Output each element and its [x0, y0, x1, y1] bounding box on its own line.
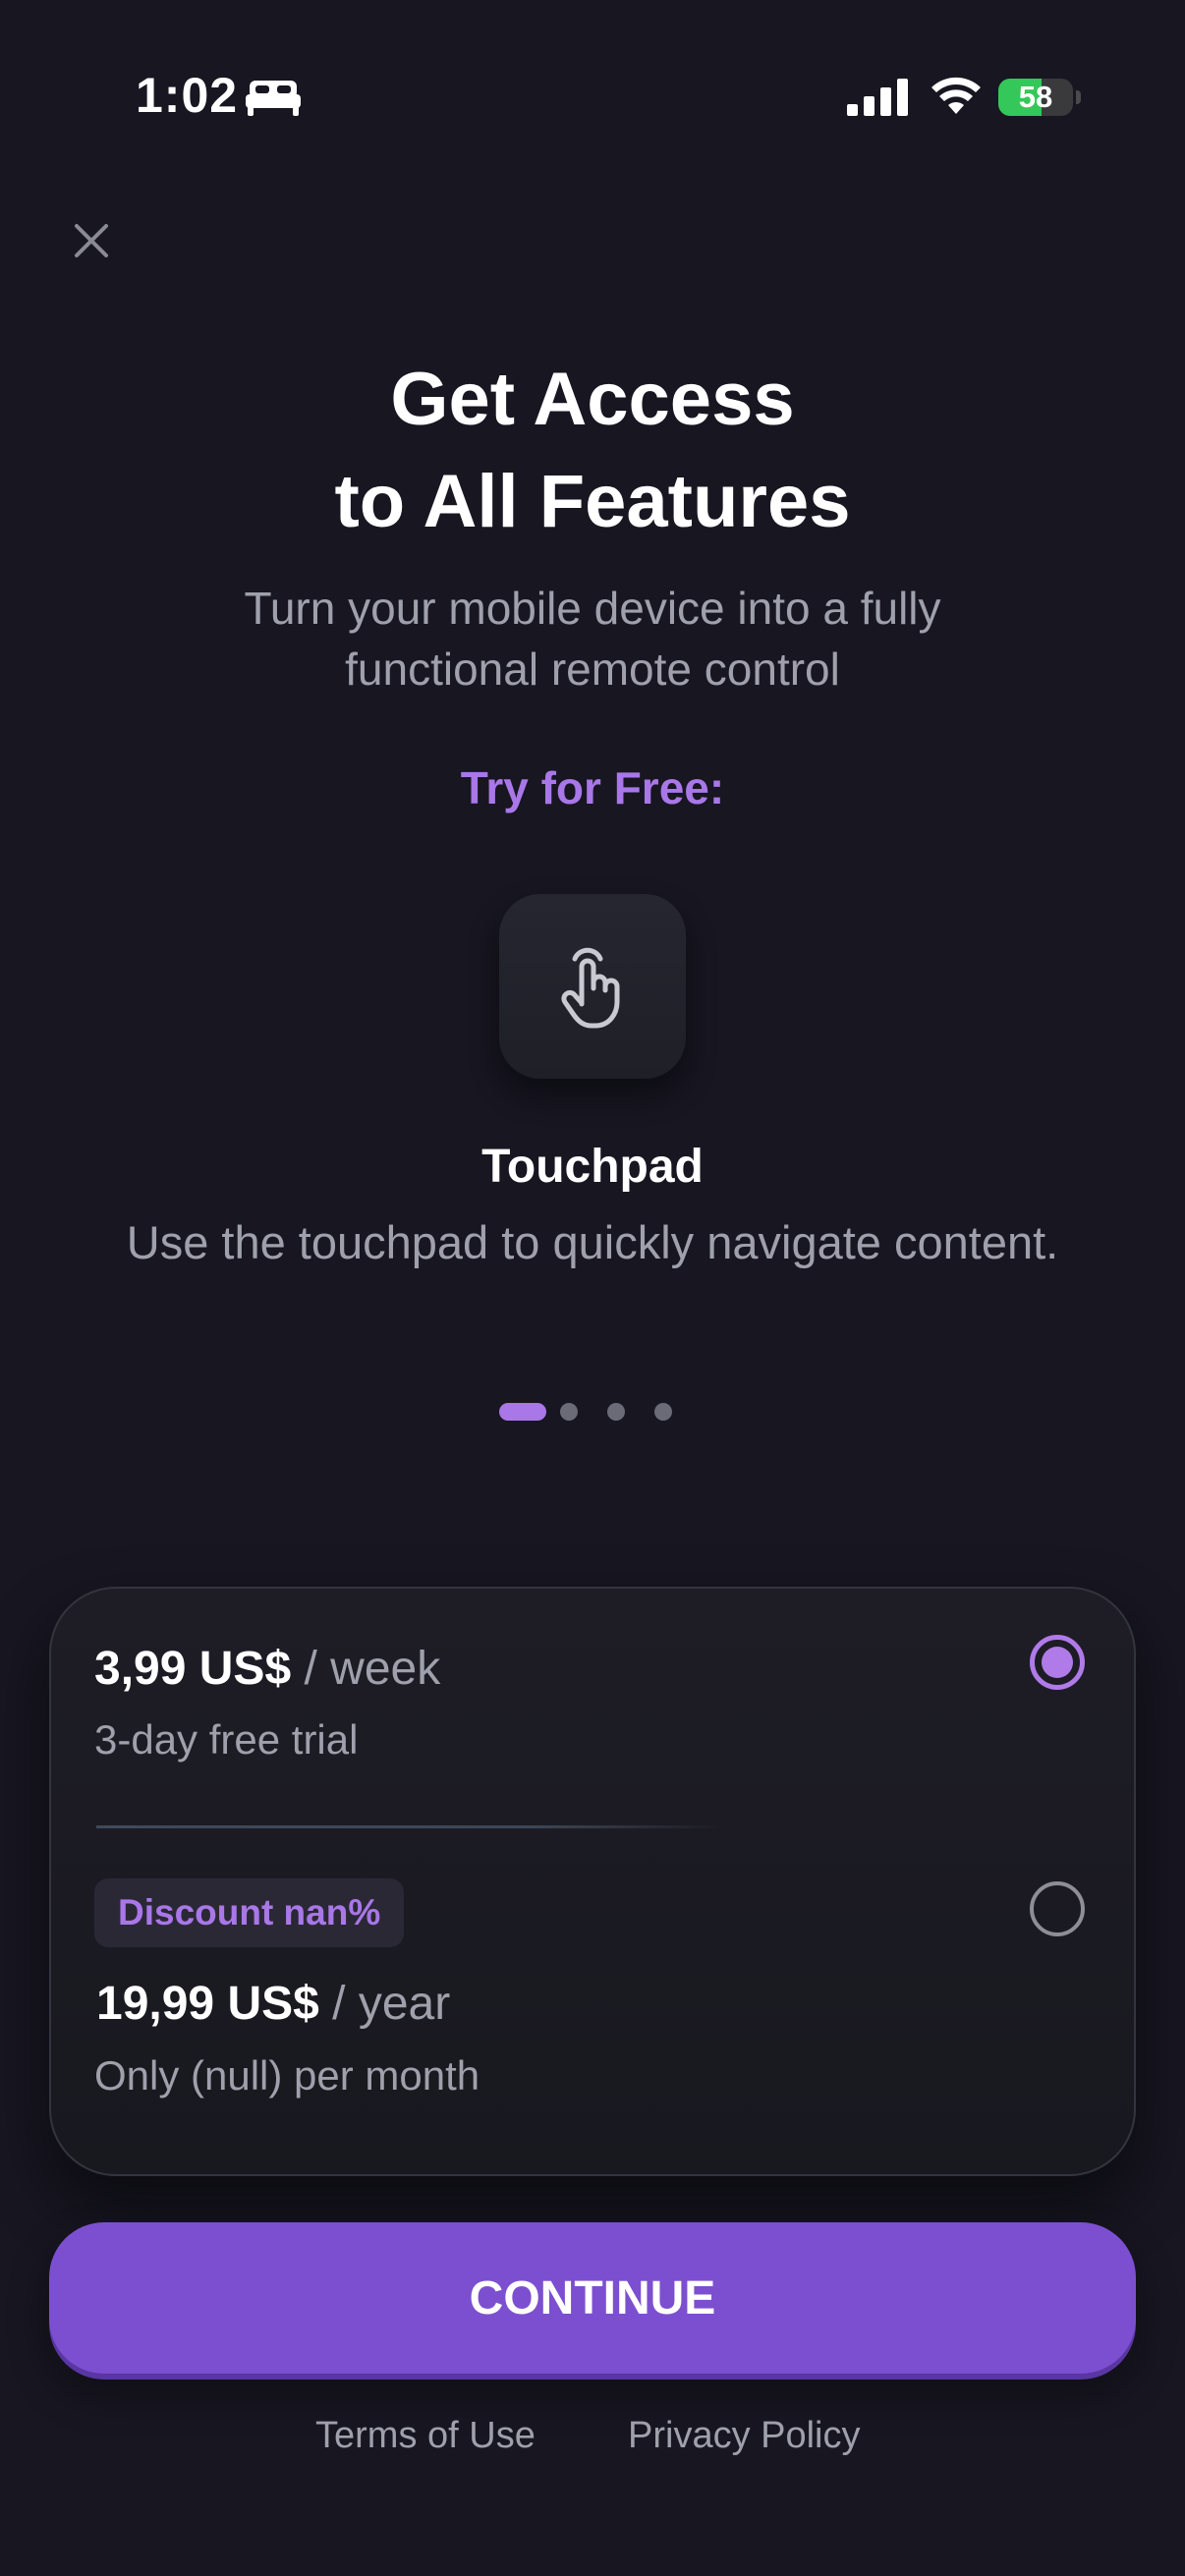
battery-charging-icon: 58 — [998, 79, 1081, 116]
pager-dot[interactable] — [654, 1403, 672, 1421]
feature-title: Touchpad — [481, 1141, 704, 1193]
weekly-trial-text: 3-day free trial — [94, 1716, 359, 1763]
yearly-price-amount: 19,99 US$ — [96, 1978, 319, 2030]
battery-percent: 58 — [1018, 80, 1053, 114]
yearly-radio[interactable] — [1030, 1881, 1085, 1936]
bed-icon — [246, 81, 301, 116]
feature-description: Use the touchpad to quickly navigate con… — [126, 1216, 1059, 1268]
yearly-period: / year — [332, 1978, 451, 2030]
plan-option-weekly[interactable]: 3,99 US$ / week 3-day free trial — [49, 1587, 1136, 1822]
close-icon[interactable] — [69, 218, 114, 263]
plan-divider — [96, 1825, 725, 1828]
weekly-radio-selected[interactable] — [1030, 1635, 1085, 1690]
wifi-icon — [931, 77, 981, 114]
title-line-1: Get Access — [390, 358, 795, 441]
weekly-price-amount: 3,99 US$ — [94, 1643, 292, 1695]
cellular-signal-icon — [847, 79, 908, 116]
pager-dot-active[interactable] — [499, 1403, 546, 1421]
pager-dot[interactable] — [560, 1403, 578, 1421]
yearly-price: 19,99 US$ / year — [96, 1977, 450, 2031]
weekly-period: / week — [304, 1643, 441, 1695]
title-line-2: to All Features — [334, 460, 851, 543]
touch-hand-icon — [561, 947, 620, 1029]
weekly-price: 3,99 US$ / week — [94, 1642, 440, 1696]
privacy-policy-link[interactable]: Privacy Policy — [628, 2415, 861, 2457]
pager-dot[interactable] — [607, 1403, 625, 1421]
terms-of-use-link[interactable]: Terms of Use — [315, 2415, 536, 2457]
feature-icon-tile — [499, 894, 686, 1079]
continue-button[interactable]: CONTINUE — [49, 2222, 1136, 2374]
page-title: Get Access to All Features — [0, 349, 1185, 553]
carousel-pager[interactable] — [499, 1403, 696, 1421]
yearly-monthly-text: Only (null) per month — [94, 2052, 480, 2099]
discount-badge: Discount nan% — [94, 1878, 405, 1947]
status-time: 1:02 — [136, 68, 239, 123]
try-free-label: Try for Free: — [460, 762, 725, 813]
page-subtitle: Turn your mobile device into a fully fun… — [244, 583, 941, 695]
